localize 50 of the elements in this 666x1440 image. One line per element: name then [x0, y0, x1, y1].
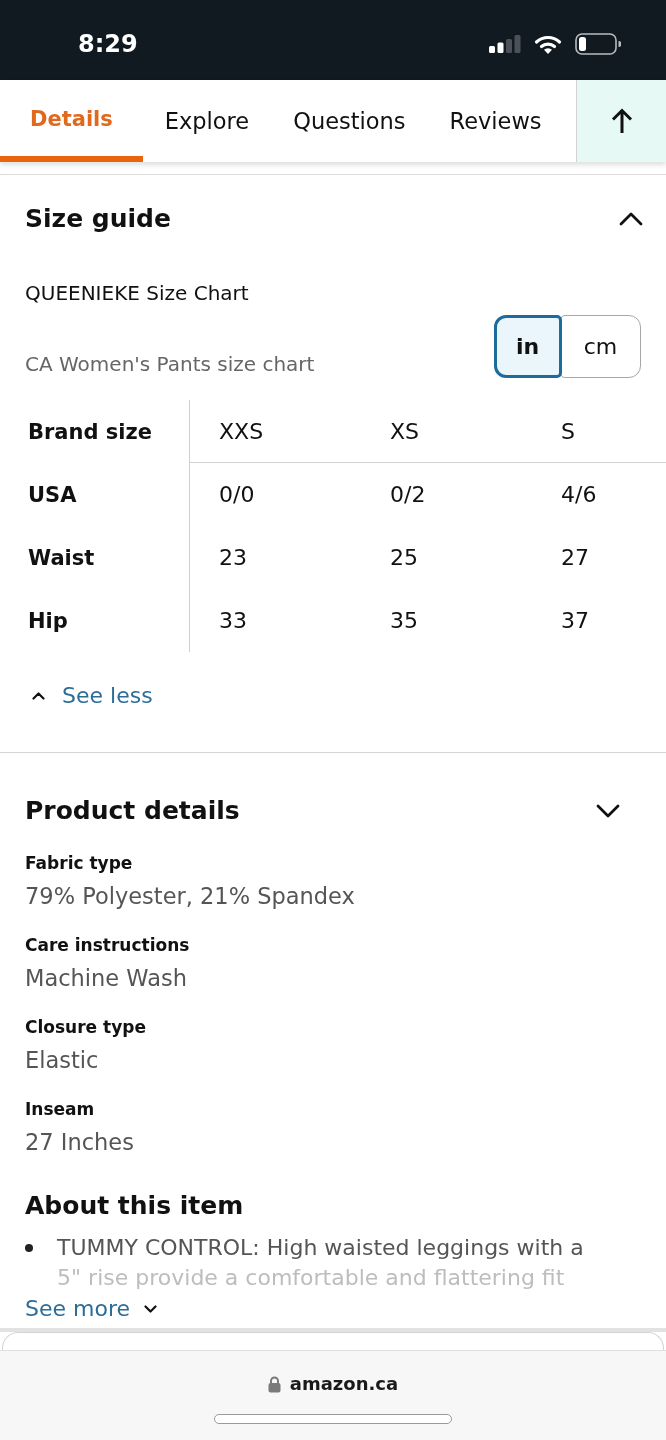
back-to-top-button[interactable] — [576, 80, 666, 162]
detail-value: Elastic — [25, 1046, 100, 1075]
unit-toggle[interactable]: cm — [560, 315, 641, 378]
url-text: amazon.ca — [289, 1372, 399, 1396]
tab[interactable]: Explore — [142, 80, 272, 162]
battery-icon — [575, 33, 621, 55]
chart-subtitle: CA Women's Pants size chart — [25, 351, 315, 378]
signal-icon — [489, 35, 521, 53]
detail-label: Care instructions — [25, 934, 191, 957]
table-cell-text: 33 — [218, 607, 248, 635]
detail-value: 79% Polyester, 21% Spandex — [25, 882, 356, 911]
row-header: USA — [25, 463, 190, 526]
tab[interactable]: Questions — [271, 80, 428, 162]
bullet-icon — [25, 1244, 33, 1252]
table-cell-text: 25 — [389, 544, 419, 572]
table-cell-text: 27 — [560, 544, 590, 572]
column-header: XXS — [190, 400, 361, 463]
section-title: About this item — [25, 1190, 245, 1222]
unit-toggle[interactable]: in — [493, 315, 562, 378]
detail-value: Machine Wash — [25, 964, 188, 993]
arrow-up-icon — [610, 108, 633, 134]
chart-title: QUEENIEKE Size Chart — [25, 280, 250, 307]
table-cell-text: 23 — [218, 544, 248, 572]
see-less-link[interactable]: See less — [25, 681, 153, 711]
tab[interactable]: Reviews — [427, 80, 564, 162]
wifi-icon — [534, 33, 562, 55]
table-cell-text: 37 — [560, 607, 590, 635]
lock-icon — [267, 1375, 281, 1393]
table-cell-text: 0/0 — [218, 481, 256, 509]
section-title: Product details — [25, 795, 240, 827]
row-header: Brand size — [25, 400, 190, 463]
see-more-link[interactable]: See more — [25, 1295, 157, 1323]
row-header: Hip — [25, 589, 190, 652]
table-cell-text: 0/2 — [389, 481, 427, 509]
chevron-down-icon[interactable] — [596, 804, 620, 818]
chevron-up-icon[interactable] — [619, 212, 643, 226]
detail-label: Fabric type — [25, 852, 134, 875]
row-header: Waist — [25, 526, 190, 589]
caret-down-icon — [144, 1305, 157, 1313]
detail-value: 27 Inches — [25, 1128, 135, 1157]
section-title: Size guide — [25, 203, 171, 235]
table-cell-text: 35 — [389, 607, 419, 635]
detail-label: Closure type — [25, 1016, 147, 1039]
status-time: 8:29 — [78, 30, 139, 58]
table-cell-text: 4/6 — [560, 481, 598, 509]
column-header: S — [532, 400, 666, 463]
detail-label: Inseam — [25, 1098, 96, 1121]
bullet-text: TUMMY CONTROL: High waisted leggings with a 5" rise provide a comfortable and flattering fit — [57, 1234, 585, 1292]
caret-up-icon — [32, 692, 45, 700]
column-header: XS — [361, 400, 532, 463]
